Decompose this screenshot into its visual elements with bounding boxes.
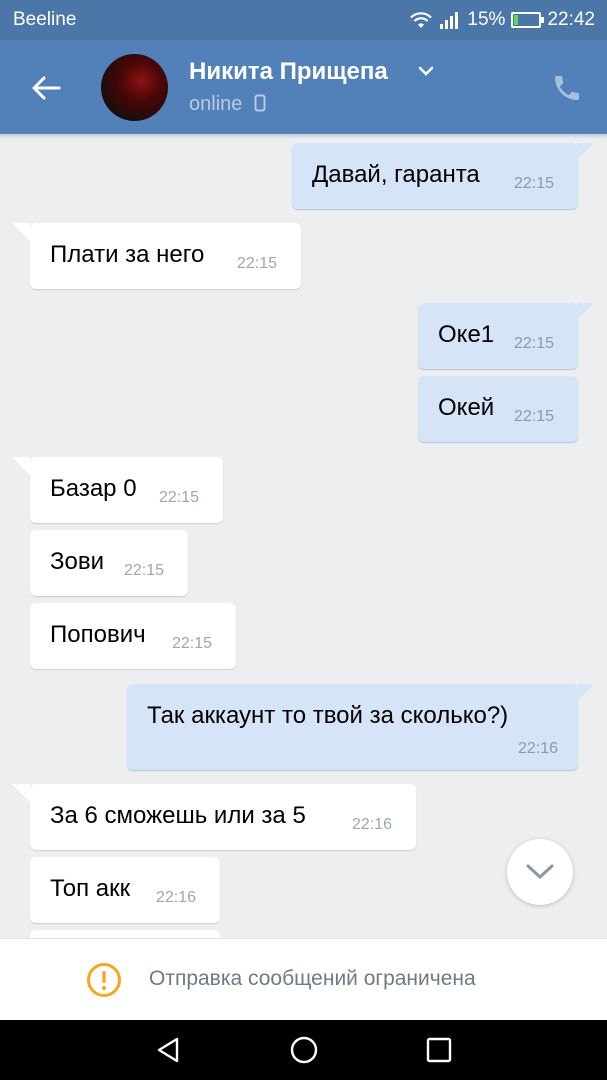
message-incoming[interactable]: Зови 22:15: [30, 530, 188, 596]
warning-icon: [87, 963, 121, 997]
message-outgoing[interactable]: Так аккаунт то твой за сколько?) 22:16: [127, 684, 594, 770]
status-indicators: 15% 22:42: [403, 8, 595, 32]
message-text: Зови: [50, 548, 104, 575]
message-time: 22:15: [514, 408, 555, 425]
message-outgoing[interactable]: Окей 22:15: [418, 376, 578, 442]
message-time: 22:15: [514, 175, 555, 192]
message-incoming[interactable]: Попович 22:15: [30, 603, 236, 669]
message-text: Оке1: [438, 321, 495, 348]
message-outgoing[interactable]: Давай, гаранта 22:15: [292, 143, 594, 209]
back-arrow-icon: [32, 76, 61, 100]
presence-label: online: [189, 93, 243, 115]
message-time: 22:15: [124, 562, 165, 579]
message-time: 22:16: [352, 816, 393, 833]
mobile-device-icon: [254, 94, 266, 112]
message-incoming[interactable]: Базар 0 22:15: [12, 457, 223, 523]
wifi-icon: [410, 12, 433, 28]
message-time: 22:15: [159, 489, 200, 506]
back-triangle-icon[interactable]: [153, 1034, 185, 1066]
avatar[interactable]: [101, 54, 168, 121]
battery-charging-icon: [511, 12, 545, 28]
message-text: Так аккаунт то твой за сколько?): [147, 702, 509, 729]
message-text: Давай, гаранта: [312, 161, 480, 188]
status-bar: Beeline 15% 22:42: [0, 0, 607, 40]
presence-status: online: [189, 93, 266, 116]
recents-square-icon[interactable]: [423, 1034, 455, 1066]
message-outgoing[interactable]: Оке1 22:15: [418, 303, 594, 369]
phone-icon[interactable]: [551, 72, 583, 104]
message-text: Окей: [438, 394, 495, 421]
message-text: За 6 сможешь или за 5: [50, 802, 306, 829]
message-time: 22:15: [237, 255, 278, 272]
message-time: 22:15: [172, 635, 213, 652]
message-time: 22:15: [514, 335, 555, 352]
message-text: Плати за него: [50, 241, 205, 268]
signal-icon: [440, 12, 459, 29]
message-incoming[interactable]: Топ акк 22:16: [30, 857, 220, 923]
message-incoming[interactable]: Плати за него 22:15: [12, 223, 301, 289]
battery-percent: 15%: [467, 9, 506, 30]
message-time: 22:16: [156, 889, 197, 906]
chevron-down-icon: [526, 864, 554, 879]
system-nav-bar: [0, 1020, 607, 1080]
chat-header: Никита Прищепа online: [0, 40, 607, 134]
message-list[interactable]: Давай, гаранта 22:15 Плати за него 22:15…: [0, 134, 607, 938]
restriction-text: Отправка сообщений ограничена: [149, 967, 476, 990]
carrier-label: Beeline: [13, 9, 77, 30]
message-incoming[interactable]: За 6 сможешь или за 5 22:16: [12, 784, 416, 850]
home-circle-icon[interactable]: [288, 1034, 320, 1066]
header-shadow: [0, 134, 607, 139]
message-time: 22:16: [517, 740, 558, 757]
message-text: Базар 0: [50, 475, 137, 502]
message-incoming-partial[interactable]: [30, 930, 220, 938]
back-button[interactable]: [26, 68, 66, 108]
chevron-down-icon[interactable]: [418, 65, 434, 77]
messaging-restricted-bar: Отправка сообщений ограничена: [0, 938, 607, 1020]
status-time: 22:42: [547, 9, 595, 30]
battery-level: [514, 15, 519, 25]
message-text: Попович: [50, 621, 146, 648]
contact-name[interactable]: Никита Прищепа: [189, 58, 388, 86]
message-text: Топ акк: [50, 875, 131, 902]
scroll-down-button[interactable]: [507, 839, 573, 905]
